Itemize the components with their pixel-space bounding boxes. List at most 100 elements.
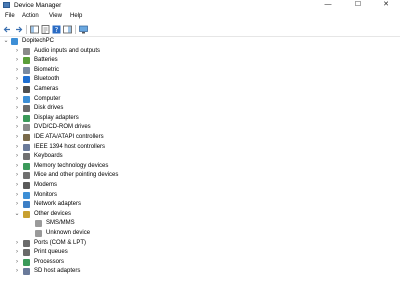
mouse-icon (23, 172, 30, 180)
back-arrow-icon (3, 26, 10, 33)
tree-category-bluetooth[interactable]: › Bluetooth (0, 75, 400, 84)
tree-category-memory-technology-devices[interactable]: › Memory technology devices (0, 162, 400, 171)
menu-view[interactable]: View (47, 11, 64, 22)
tree-item-label: IDE ATA/ATAPI controllers (34, 134, 104, 140)
tree-category-ieee-1394-host-controllers[interactable]: › IEEE 1394 host controllers (0, 143, 400, 152)
tree-category-modems[interactable]: › Modems (0, 181, 400, 190)
expand-chevron-icon[interactable]: › (14, 191, 20, 200)
expand-chevron-icon[interactable]: › (14, 56, 20, 65)
tree-category-print-queues[interactable]: › Print queues (0, 248, 400, 257)
expand-chevron-icon[interactable]: › (14, 152, 20, 161)
minimize-button[interactable]: — (316, 0, 340, 10)
tree-category-keyboards[interactable]: › Keyboards (0, 152, 400, 161)
expand-chevron-icon[interactable]: › (14, 171, 20, 180)
tree-category-cameras[interactable]: › Cameras (0, 85, 400, 94)
menu-action[interactable]: Action (20, 11, 41, 22)
tree-item-label: Display adapters (34, 114, 79, 121)
tree-category-audio-inputs-and-outputs[interactable]: › Audio inputs and outputs (0, 47, 400, 56)
tree-category-batteries[interactable]: › Batteries (0, 56, 400, 65)
tree-category-dvd-cd-rom-drives[interactable]: › DVD/CD-ROM drives (0, 123, 400, 132)
expand-chevron-icon[interactable]: › (14, 133, 20, 142)
forward-button[interactable] (14, 25, 23, 34)
tree-category-computer[interactable]: › Computer (0, 95, 400, 104)
device-manager-icon (3, 2, 10, 8)
tree-category-other-devices[interactable]: ⌄ Other devices (0, 210, 400, 219)
expand-chevron-icon[interactable]: › (14, 47, 20, 56)
tree-item-label: SD host adapters (34, 268, 81, 275)
help-icon: ? (52, 25, 61, 34)
tree-category-disk-drives[interactable]: › Disk drives (0, 104, 400, 113)
tree-category-ide-ata-atapi-controllers[interactable]: › IDE ATA/ATAPI controllers (0, 133, 400, 142)
toolbar-panel-button[interactable] (63, 25, 72, 34)
expand-chevron-icon[interactable]: › (14, 239, 20, 248)
keyboard-icon (23, 153, 30, 161)
expand-chevron-icon[interactable]: › (14, 248, 20, 257)
dvd-drive-icon (23, 124, 30, 132)
fingerprint-icon (23, 66, 30, 74)
disk-drive-icon (23, 105, 30, 113)
camera-icon (23, 86, 30, 93)
modem-icon (23, 182, 30, 189)
tree-item-label: Mice and other pointing devices (34, 172, 119, 179)
tree-device-sms-mms[interactable]: SMS/MMS (0, 219, 400, 228)
back-button[interactable] (3, 25, 12, 34)
window-title: Device Manager (14, 2, 62, 9)
show-hide-tree-button[interactable] (30, 25, 39, 34)
unknown-device-icon (35, 220, 42, 228)
ieee1394-icon (23, 143, 30, 151)
forward-arrow-icon (16, 26, 23, 33)
tree-item-label: Print queues (34, 249, 68, 256)
tree-item-label: Audio inputs and outputs (34, 47, 101, 54)
menu-file[interactable]: File (3, 11, 17, 22)
tree-category-sd-host-adapters[interactable]: › SD host adapters (0, 267, 400, 276)
expand-chevron-icon[interactable]: › (14, 85, 20, 94)
title-bar: Device Manager — ☐ ✕ (0, 0, 400, 11)
properties-button[interactable] (41, 25, 50, 34)
tree-category-monitors[interactable]: › Monitors (0, 191, 400, 200)
expand-chevron-icon[interactable]: › (14, 143, 20, 152)
expand-chevron-icon[interactable]: › (14, 114, 20, 123)
tree-item-label: Network adapters (34, 201, 82, 208)
close-button[interactable]: ✕ (374, 0, 398, 10)
battery-icon (23, 57, 30, 65)
expand-chevron-icon[interactable]: › (14, 162, 20, 171)
network-adapter-icon (23, 201, 30, 209)
expand-chevron-icon[interactable]: › (14, 200, 20, 209)
tree-category-ports-com-lpt[interactable]: › Ports (COM & LPT) (0, 239, 400, 248)
tree-root-computer[interactable]: ⌄ DopitechPC (0, 37, 400, 46)
toolbar: ? (0, 23, 400, 37)
expand-chevron-icon[interactable]: › (14, 75, 20, 84)
tree-category-biometric[interactable]: › Biometric (0, 66, 400, 75)
tree-item-label: Monitors (34, 191, 58, 198)
printer-icon (23, 249, 30, 257)
collapse-chevron-icon[interactable]: ⌄ (14, 210, 20, 219)
expand-chevron-icon[interactable]: › (14, 104, 20, 113)
svg-text:?: ? (55, 26, 59, 34)
expand-chevron-icon[interactable]: › (14, 123, 20, 132)
help-button[interactable]: ? (52, 25, 61, 34)
tree-item-label: DVD/CD-ROM drives (34, 124, 91, 131)
tree-category-mice-and-other-pointing-devices[interactable]: › Mice and other pointing devices (0, 171, 400, 180)
tree-item-label: Computer (34, 95, 61, 102)
bluetooth-icon (23, 76, 30, 84)
tree-item-label: Batteries (34, 57, 58, 64)
expand-chevron-icon[interactable]: › (14, 95, 20, 104)
tree-category-display-adapters[interactable]: › Display adapters (0, 114, 400, 123)
expand-chevron-icon[interactable]: › (14, 181, 20, 190)
computer-icon (11, 38, 18, 45)
tree-device-unknown-device[interactable]: Unknown device (0, 229, 400, 238)
scan-hardware-button[interactable] (79, 25, 88, 34)
collapse-chevron-icon[interactable]: ⌄ (3, 37, 9, 46)
expand-chevron-icon[interactable]: › (14, 267, 20, 276)
tree-category-network-adapters[interactable]: › Network adapters (0, 200, 400, 209)
menu-bar: File Action View Help (0, 11, 400, 22)
device-tree: ⌄ DopitechPC › Audio inputs and outputs › Bat… (0, 37, 400, 285)
maximize-button[interactable]: ☐ (346, 0, 370, 10)
expand-chevron-icon[interactable]: › (14, 66, 20, 75)
tree-category-processors[interactable]: › Processors (0, 258, 400, 267)
menu-help[interactable]: Help (68, 11, 84, 22)
unknown-device-icon (35, 230, 42, 237)
monitor-icon (79, 25, 88, 34)
expand-chevron-icon[interactable]: › (14, 258, 20, 267)
tree-item-label: Biometric (34, 66, 60, 73)
